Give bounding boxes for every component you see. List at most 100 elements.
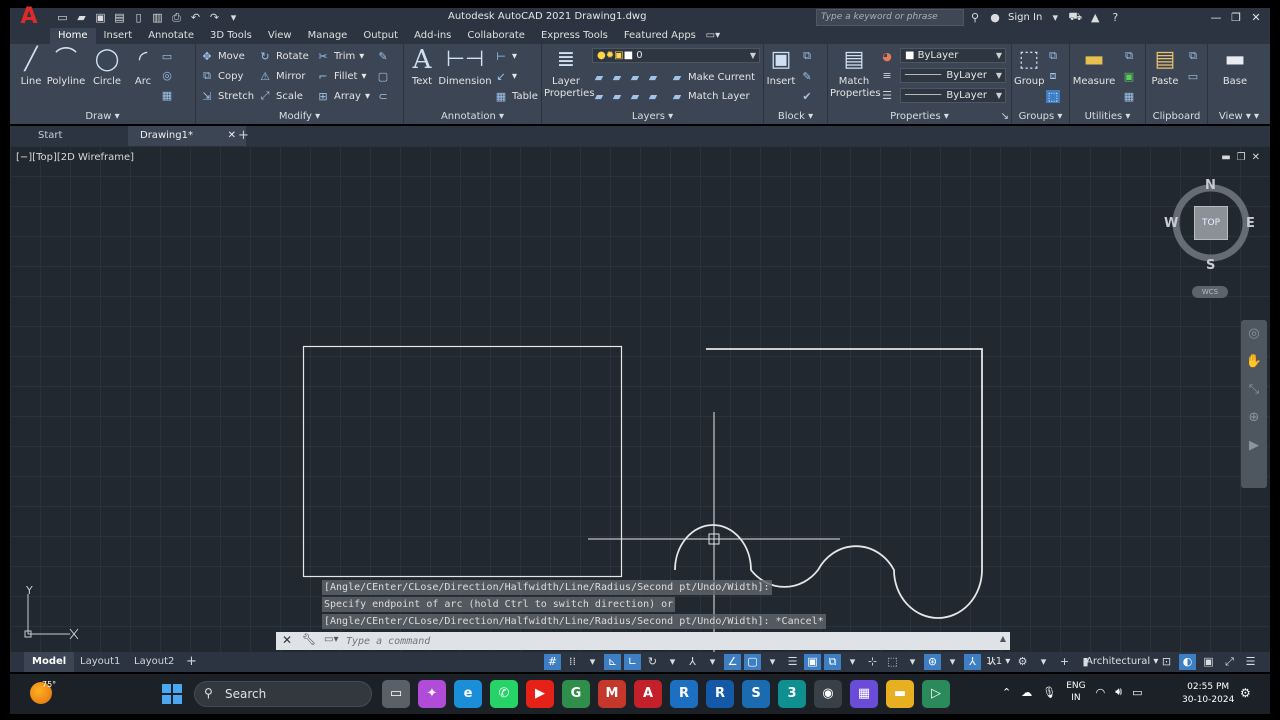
move-button[interactable]: ✥ Move (200, 47, 244, 65)
base-view-button[interactable]: ▬ Base (1218, 46, 1252, 88)
snap-dropdown-icon[interactable]: ▾ (584, 654, 601, 670)
match-properties-button[interactable]: ▤ Match Properties (830, 46, 881, 100)
3d-osnap-icon[interactable]: ⊹ (864, 654, 881, 670)
erase-button[interactable]: ✎ (376, 47, 390, 65)
undo-icon[interactable]: ↶ (187, 10, 204, 26)
trim-button[interactable]: ✂ Trim ▾ (316, 47, 364, 65)
quick-select-tool[interactable]: ⧉ (1122, 47, 1136, 65)
dynamic-ucs-icon[interactable]: ⬚ (884, 654, 901, 670)
help-search-input[interactable]: Type a keyword or phrase (816, 9, 964, 26)
snap-mode-icon[interactable]: ⁞⁞ (564, 654, 581, 670)
close-window-icon[interactable]: ✕ (1246, 8, 1266, 28)
scale-button[interactable]: ⤢ Scale (258, 87, 303, 105)
sketchup-icon[interactable]: S (742, 680, 770, 708)
array-button[interactable]: ⊞ Array ▾ (316, 87, 370, 105)
create-block-tool[interactable]: ⧉ (800, 47, 814, 65)
annotation-monitor-icon[interactable]: + (1056, 654, 1073, 670)
restore-window-icon[interactable]: ❐ (1226, 8, 1246, 28)
compass-south[interactable]: S (1206, 258, 1215, 273)
auto-scale-icon[interactable]: ⅄ (964, 654, 981, 670)
search-icon[interactable]: ⚲ (968, 11, 982, 24)
tab-layout2[interactable]: Layout2 (134, 652, 174, 672)
workspace-gear-icon[interactable]: ⚙ (1014, 654, 1031, 670)
add-layout-button[interactable]: + (186, 652, 197, 672)
workspace-dropdown-icon[interactable]: ▾ (1035, 654, 1052, 670)
command-prompt-icon[interactable]: ▭▾ (324, 634, 338, 645)
copilot-icon[interactable]: ✦ (418, 680, 446, 708)
insert-block-button[interactable]: ▣ Insert (766, 46, 796, 88)
isolate-objects-icon[interactable]: ▣ (1200, 654, 1217, 670)
circle-button[interactable]: ◯ Circle (90, 46, 124, 88)
tab-express-tools[interactable]: Express Tools (533, 28, 616, 44)
cart-icon[interactable]: ⛟ (1068, 10, 1082, 25)
compass-west[interactable]: W (1164, 216, 1178, 231)
group-select-tool[interactable]: ⬚ (1046, 87, 1060, 105)
whatsapp-icon[interactable]: ✆ (490, 680, 518, 708)
tab-output[interactable]: Output (355, 28, 406, 44)
tab-collaborate[interactable]: Collaborate (459, 28, 533, 44)
customization-menu-icon[interactable]: ☰ (1242, 654, 1259, 670)
tab-add-ins[interactable]: Add-ins (406, 28, 459, 44)
units-dropdown[interactable]: Architectural ▾ (1086, 656, 1158, 667)
offset-button[interactable]: ⊂ (376, 87, 390, 105)
tab-featured-apps[interactable]: Featured Apps (616, 28, 704, 44)
groups-panel-label[interactable]: Groups ▾ (1012, 111, 1069, 122)
chrome-icon[interactable]: G (562, 680, 590, 708)
command-history-expand-icon[interactable]: ▲ (1000, 634, 1006, 643)
language-indicator[interactable]: ENG IN (1066, 680, 1085, 704)
leader-tool[interactable]: ↙ ▾ (494, 67, 517, 85)
quick-properties-icon[interactable]: ⊡ (1158, 654, 1175, 670)
drawing-canvas[interactable]: [−][Top][2D Wireframe] ▬ ❐ ✕ N S E W TOP… (10, 146, 1270, 652)
boundary-tool[interactable]: ▦ (160, 86, 174, 104)
wcs-menu[interactable]: WCS (1192, 286, 1228, 298)
volume-icon[interactable]: 🔊︎ (1115, 685, 1122, 699)
web-mobile-icon[interactable]: ▯ (130, 10, 147, 26)
edge-icon[interactable]: e (454, 680, 482, 708)
rectangle-tool[interactable]: ▭ (160, 47, 174, 65)
steering-wheel-icon[interactable]: ◎ (1241, 320, 1267, 348)
selection-cycling-icon[interactable]: ⧉ (824, 654, 841, 670)
object-snap-icon[interactable]: ▢ (744, 654, 761, 670)
make-current-button[interactable]: ▰ Make Current (670, 68, 755, 86)
media-icon[interactable]: ▷ (922, 680, 950, 708)
tab-home[interactable]: Home (50, 28, 96, 44)
showmotion-icon[interactable]: ▶ (1241, 432, 1267, 460)
taskbar-search-box[interactable]: Search (194, 681, 372, 707)
measure-button[interactable]: ▬ Measure (1072, 46, 1116, 88)
linear-dim-tool[interactable]: ⊢ ▾ (494, 47, 517, 65)
rectangle-shape[interactable] (302, 345, 623, 578)
autocad-logo-icon[interactable]: A (16, 4, 42, 30)
save-icon[interactable]: ▣ (92, 10, 109, 26)
sign-in-dropdown-icon[interactable]: ▾ (1048, 11, 1062, 24)
fillet-button[interactable]: ⌐ Fillet ▾ (316, 67, 366, 85)
gizmo-dropdown-icon[interactable]: ▾ (904, 654, 921, 670)
folder-icon[interactable]: ▬ (886, 680, 914, 708)
minimize-window-icon[interactable]: — (1206, 8, 1226, 28)
tab-model[interactable]: Model (24, 652, 75, 672)
zoom-extents-icon[interactable]: ⤡ (1241, 376, 1267, 404)
explode-button[interactable]: ▢ (376, 67, 390, 85)
color-dropdown[interactable]: ■ ByLayer ▼ (900, 48, 1006, 63)
polar-tracking-icon[interactable]: ↻ (644, 654, 661, 670)
youtube-icon[interactable]: ▶ (526, 680, 554, 708)
group-button[interactable]: ⬚ Group (1014, 46, 1044, 88)
onedrive-icon[interactable]: ☁ (1021, 686, 1032, 699)
layers-panel-label[interactable]: Layers ▾ (542, 111, 763, 122)
dimension-button[interactable]: ⊢⊣ Dimension (438, 46, 492, 88)
sign-in-button[interactable]: Sign In (1008, 12, 1042, 23)
lineweight-dropdown[interactable]: ────── ByLayer ▼ (900, 88, 1006, 103)
close-command-line-icon[interactable]: ✕ (282, 633, 292, 647)
ribbon-minimize-icon[interactable]: ▭▾ (704, 28, 722, 44)
annotation-visibility-icon[interactable]: ⊛ (924, 654, 941, 670)
drawing-geometry[interactable] (10, 146, 1270, 652)
save-web-icon[interactable]: ▥ (149, 10, 166, 26)
osnap-dropdown-icon[interactable]: ▾ (764, 654, 781, 670)
isodraft-icon[interactable]: ⅄ (684, 654, 701, 670)
linetype-dropdown[interactable]: ────── ByLayer ▼ (900, 68, 1006, 83)
selection-dropdown-icon[interactable]: ▾ (844, 654, 861, 670)
customize-wrench-icon[interactable]: 🔧︎ (302, 633, 316, 646)
revit-icon[interactable]: R (670, 680, 698, 708)
lineweight-display-icon[interactable]: ☰ (784, 654, 801, 670)
autodesk-a360-icon[interactable]: ▲ (1088, 11, 1102, 24)
close-tab-icon[interactable]: ✕ (228, 126, 236, 146)
